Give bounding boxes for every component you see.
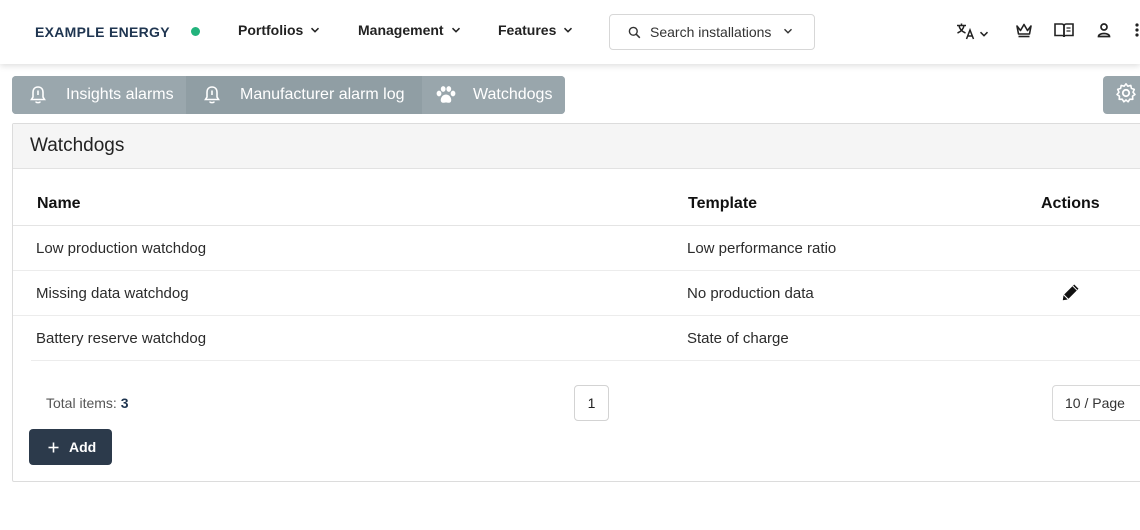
nav-menu-label: Management [358, 22, 444, 38]
table-row[interactable]: Missing data watchdog No production data [13, 271, 1140, 316]
page-size-select[interactable]: 10 / Page [1052, 385, 1140, 421]
add-button-label: Add [69, 439, 97, 455]
tab-insights-alarms[interactable]: Insights alarms [12, 76, 186, 114]
brand-logo[interactable]: EXAMPLE ENERGY [35, 24, 170, 40]
language-menu[interactable] [956, 22, 989, 45]
documentation-button[interactable] [1054, 22, 1074, 43]
tab-label: Watchdogs [473, 86, 553, 103]
table-row[interactable]: Low production watchdog Low performance … [13, 226, 1140, 271]
nav-menu-management[interactable]: Management [358, 22, 461, 38]
more-icon [1134, 22, 1140, 43]
table-header: Name Template Actions [13, 180, 1140, 226]
nav-menu-label: Features [498, 22, 557, 38]
top-navbar: EXAMPLE ENERGY Portfolios Management Fea… [0, 0, 1140, 64]
status-indicator [191, 27, 200, 36]
chevron-down-icon [310, 25, 320, 35]
watchdogs-card: Watchdogs Name Template Actions Low prod… [12, 123, 1140, 482]
search-label: Search installations [650, 24, 772, 40]
nav-menu-features[interactable]: Features [498, 22, 573, 38]
watchdog-template: Low performance ratio [687, 240, 837, 257]
watchdog-template: No production data [687, 285, 814, 302]
chevron-down-icon [979, 29, 989, 39]
alarm-tabs: Insights alarms Manufacturer alarm log W… [12, 76, 565, 114]
watchdog-name: Missing data watchdog [36, 285, 189, 302]
tab-label: Insights alarms [66, 86, 174, 103]
watchdog-name: Battery reserve watchdog [36, 330, 207, 347]
paw-icon [435, 85, 457, 105]
pencil-icon[interactable] [1062, 283, 1080, 301]
chevron-down-icon [563, 25, 573, 35]
total-items-count: 3 [120, 395, 129, 411]
total-items-label: Total items: [46, 395, 117, 411]
crown-icon [1015, 22, 1033, 43]
plus-icon [48, 442, 59, 453]
column-header-actions: Actions [1041, 195, 1100, 212]
watchdog-template: State of charge [687, 330, 789, 347]
chevron-down-icon [451, 25, 461, 35]
tab-watchdogs[interactable]: Watchdogs [422, 76, 565, 114]
page-size-value: 10 / Page [1065, 395, 1125, 411]
tab-manufacturer-alarm-log[interactable]: Manufacturer alarm log [186, 76, 422, 114]
card-header: Watchdogs [13, 124, 1140, 169]
account-button[interactable] [1097, 22, 1111, 43]
page-title: Watchdogs [30, 135, 125, 156]
bell-icon [203, 85, 221, 105]
nav-menu-label: Portfolios [238, 22, 304, 38]
watchdog-name: Low production watchdog [36, 240, 207, 257]
search-icon [628, 26, 641, 39]
nav-menu-portfolios[interactable]: Portfolios [238, 22, 320, 38]
chevron-down-icon [783, 26, 793, 36]
add-watchdog-button[interactable]: Add [29, 429, 112, 465]
pagination-page-1[interactable]: 1 [574, 385, 609, 421]
column-header-template[interactable]: Template [688, 195, 757, 213]
column-header-name[interactable]: Name [37, 195, 81, 213]
translate-icon [956, 22, 976, 45]
more-menu[interactable] [1134, 22, 1140, 43]
settings-button[interactable] [1103, 76, 1140, 114]
tab-label: Manufacturer alarm log [240, 86, 405, 103]
table-row[interactable]: Battery reserve watchdog State of charge [31, 316, 1140, 361]
gear-icon [1115, 82, 1137, 109]
search-installations-select[interactable]: Search installations [609, 14, 815, 50]
user-icon [1097, 22, 1111, 43]
book-icon [1054, 22, 1074, 43]
watchdogs-table: Name Template Actions Low production wat… [13, 180, 1140, 361]
bell-icon [29, 85, 47, 105]
premium-button[interactable] [1015, 22, 1033, 43]
total-items: Total items: 3 [46, 395, 129, 411]
